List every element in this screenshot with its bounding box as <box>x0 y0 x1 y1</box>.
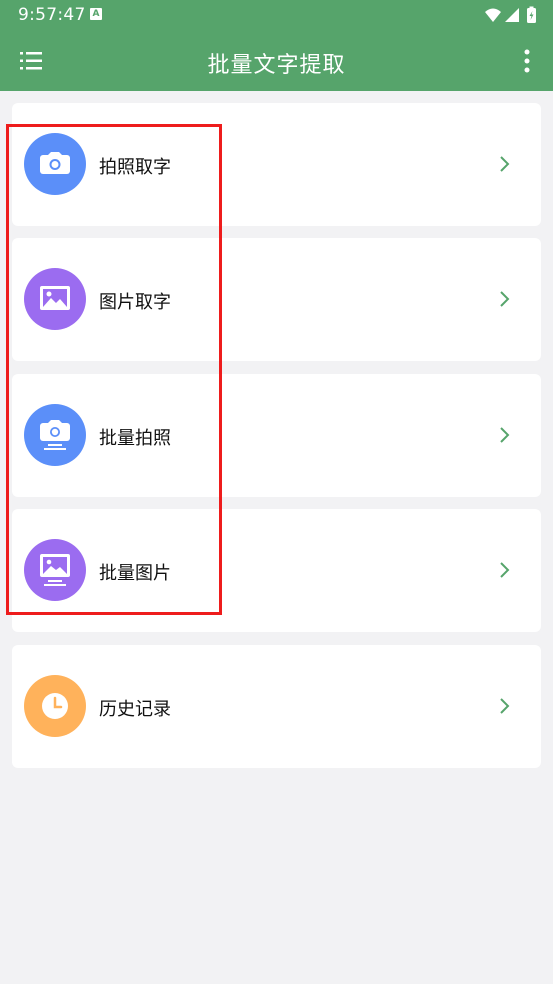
image-stack-icon <box>24 539 86 601</box>
status-time: 9:57:47 <box>18 5 86 25</box>
image-icon <box>24 268 86 330</box>
menu-item-image-ocr[interactable]: 图片取字 <box>12 238 541 361</box>
menu-item-label: 批量拍照 <box>99 428 171 449</box>
signal-icon <box>505 8 519 22</box>
clock-icon <box>24 675 86 737</box>
menu-item-history[interactable]: 历史记录 <box>12 645 541 768</box>
chevron-right-icon <box>500 156 510 172</box>
menu-item-label: 拍照取字 <box>99 157 171 178</box>
chevron-right-icon <box>500 427 510 443</box>
chevron-right-icon <box>500 291 510 307</box>
app-bar: 批量文字提取 <box>0 31 553 91</box>
menu-item-batch-image[interactable]: 批量图片 <box>12 509 541 632</box>
battery-icon <box>527 6 536 23</box>
status-icons <box>485 6 536 23</box>
status-bar: 9:57:47 A <box>0 0 553 31</box>
menu-item-photo-ocr[interactable]: 拍照取字 <box>12 103 541 226</box>
more-options-icon[interactable] <box>523 49 531 73</box>
menu-item-label: 批量图片 <box>99 563 171 584</box>
page-title: 批量文字提取 <box>207 53 346 78</box>
camera-stack-icon <box>24 404 86 466</box>
camera-icon <box>24 133 86 195</box>
notification-badge: A <box>90 8 102 20</box>
menu-item-label: 历史记录 <box>99 699 171 720</box>
menu-item-label: 图片取字 <box>99 292 171 313</box>
chevron-right-icon <box>500 698 510 714</box>
chevron-right-icon <box>500 562 510 578</box>
wifi-icon <box>485 8 501 22</box>
menu-item-batch-photo[interactable]: 批量拍照 <box>12 374 541 497</box>
